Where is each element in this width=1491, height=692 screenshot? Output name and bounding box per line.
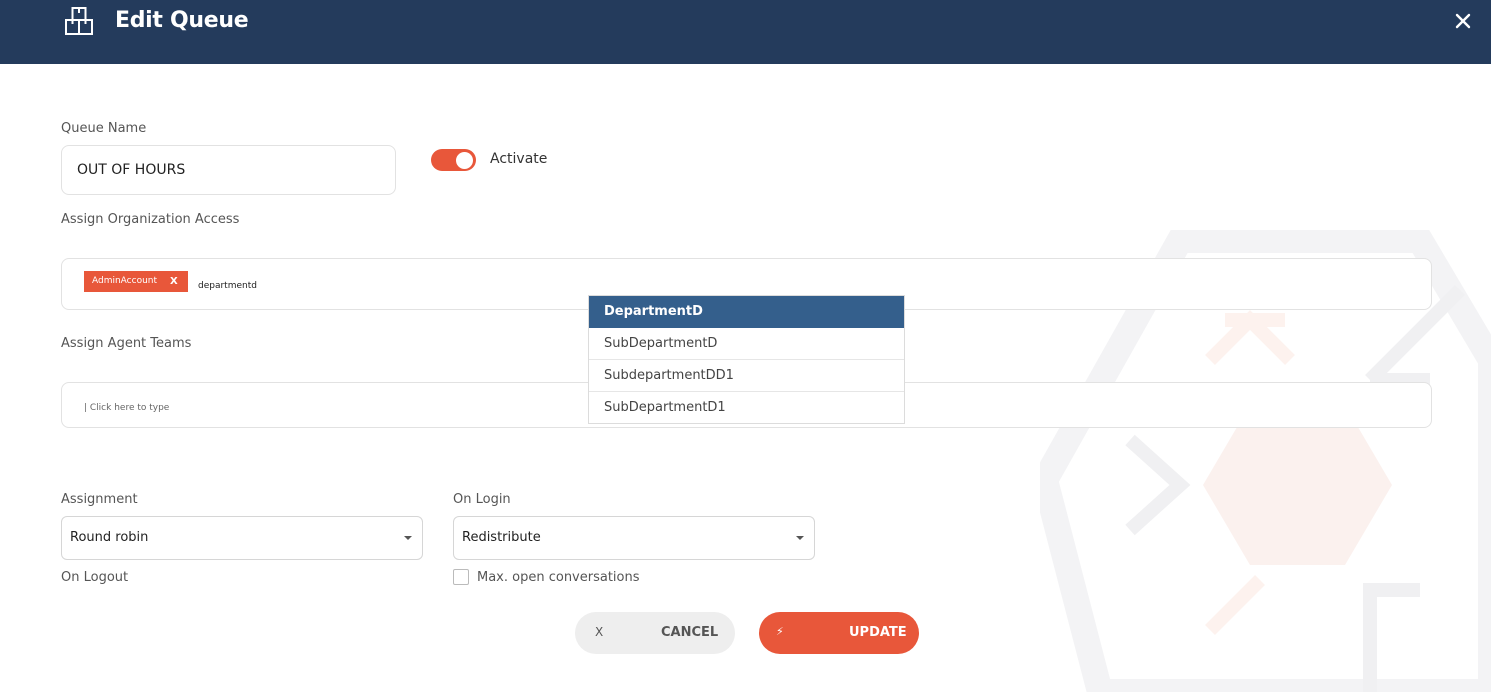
agent-teams-placeholder: | Click here to type	[84, 403, 170, 413]
update-label: UPDATE	[849, 625, 907, 640]
page-title: Edit Queue	[115, 8, 249, 33]
on-login-label: On Login	[453, 492, 511, 507]
assignment-select[interactable]: Round robin	[61, 516, 423, 560]
queue-name-value: OUT OF HOURS	[77, 162, 186, 178]
close-icon[interactable]	[1451, 9, 1475, 33]
queue-name-input[interactable]: OUT OF HOURS	[61, 145, 396, 195]
on-login-select[interactable]: Redistribute	[453, 516, 815, 560]
agent-teams-label: Assign Agent Teams	[61, 336, 192, 351]
max-open-label: Max. open conversations	[477, 570, 640, 585]
modal-header: Edit Queue	[0, 0, 1491, 64]
cancel-x-icon: X	[595, 625, 604, 639]
org-access-label: Assign Organization Access	[61, 212, 240, 227]
cancel-label: CANCEL	[661, 625, 719, 640]
autocomplete-dropdown: DepartmentD SubDepartmentD Subdepartment…	[588, 295, 905, 424]
tag-remove-button[interactable]: X	[170, 271, 178, 292]
assignment-label: Assignment	[61, 492, 138, 507]
activate-toggle[interactable]	[431, 149, 476, 171]
max-open-checkbox[interactable]	[453, 569, 469, 585]
assignment-value: Round robin	[70, 530, 149, 545]
dropdown-option[interactable]: SubdepartmentDD1	[589, 360, 904, 392]
on-logout-label: On Logout	[61, 570, 129, 585]
dropdown-option[interactable]: SubDepartmentD1	[589, 392, 904, 424]
cancel-button[interactable]: X CANCEL	[575, 612, 735, 654]
lightning-bolt-icon: ⚡︎	[776, 625, 784, 638]
update-button[interactable]: ⚡︎ UPDATE	[759, 612, 919, 654]
queue-name-label: Queue Name	[61, 121, 147, 136]
queue-box-icon	[65, 7, 93, 35]
chevron-down-icon	[404, 536, 412, 540]
dropdown-option[interactable]: DepartmentD	[589, 296, 904, 328]
toggle-knob	[456, 151, 473, 169]
on-login-value: Redistribute	[462, 530, 541, 545]
chevron-down-icon	[796, 536, 804, 540]
dropdown-option[interactable]: SubDepartmentD	[589, 328, 904, 360]
activate-label: Activate	[490, 151, 548, 167]
org-typed-text: departmentd	[198, 281, 257, 291]
